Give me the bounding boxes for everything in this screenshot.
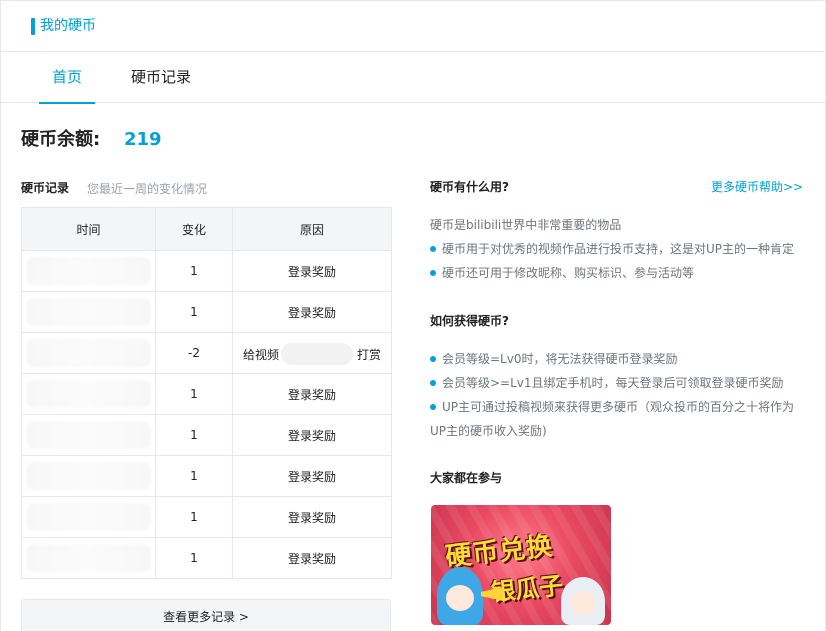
bullet-dot-icon <box>430 270 436 276</box>
tab-coin-records[interactable]: 硬币记录 <box>122 52 200 103</box>
obtain-heading: 如何获得硬币? <box>430 314 509 328</box>
events-heading: 大家都在参与 <box>430 471 503 485</box>
obtain-bullet: UP主可通过投稿视频来获得更多硬币（观众投币的百分之十将作为UP主的硬币收入奖励… <box>430 395 810 443</box>
time-cell <box>21 496 156 538</box>
tab-bar: 首页 硬币记录 <box>0 52 826 104</box>
change-cell: 1 <box>155 455 233 497</box>
mascot-33-icon <box>561 577 605 625</box>
reason-cell: 给视频 打赏 <box>232 332 392 374</box>
redacted-time <box>26 380 151 408</box>
reason-cell: 登录奖励 <box>232 250 392 292</box>
table-row: 1 登录奖励 <box>21 455 392 497</box>
change-cell: 1 <box>155 414 233 456</box>
usage-heading: 硬币有什么用? <box>430 180 509 194</box>
reason-suffix: 打赏 <box>356 348 381 362</box>
mascot-22-icon <box>437 567 483 625</box>
balance-value: 219 <box>124 129 162 150</box>
time-cell <box>21 373 156 415</box>
redacted-time <box>26 544 151 572</box>
usage-bullet: 硬币还可用于修改昵称、购买标识、参与活动等 <box>430 261 810 285</box>
bullet-dot-icon <box>430 356 436 362</box>
time-cell <box>21 250 156 292</box>
reason-cell: 登录奖励 <box>232 496 392 538</box>
table-row: 1 登录奖励 <box>21 373 392 415</box>
redacted-time <box>26 339 151 367</box>
table-row: 1 登录奖励 <box>21 250 392 292</box>
mascot-face <box>570 591 596 615</box>
change-cell: 1 <box>155 250 233 292</box>
usage-bullet-text: 硬币用于对优秀的视频作品进行投币支持，这是对UP主的一种肯定 <box>442 242 795 256</box>
balance-label: 硬币余额: <box>21 129 101 150</box>
page-title: 我的硬币 <box>40 18 96 34</box>
time-cell <box>21 332 156 374</box>
table-row: 1 登录奖励 <box>21 291 392 333</box>
obtain-bullet: 会员等级=Lv0时，将无法获得硬币登录奖励 <box>430 347 810 371</box>
time-cell <box>21 414 156 456</box>
view-more-records-button[interactable]: 查看更多记录 > <box>21 599 391 631</box>
page-header: 我的硬币 <box>0 0 826 52</box>
title-accent-bar <box>31 18 35 35</box>
column-header-reason: 原因 <box>232 207 392 251</box>
change-cell: 1 <box>155 291 233 333</box>
reason-cell: 登录奖励 <box>232 455 392 497</box>
redacted-time <box>26 462 151 490</box>
column-header-change: 变化 <box>155 207 233 251</box>
records-table: 时间 变化 原因 1 登录奖励 1 登录奖励 -2 给视频 打赏 1 登录奖励 … <box>21 207 392 579</box>
table-row: 1 登录奖励 <box>21 496 392 538</box>
tab-home[interactable]: 首页 <box>39 52 95 104</box>
redacted-time <box>26 298 151 326</box>
banner-title-line2: 银瓜子 <box>489 571 565 607</box>
obtain-bullet-text: 会员等级>=Lv1且绑定手机时，每天登录后可领取登录硬币奖励 <box>442 376 784 390</box>
reason-prefix: 给视频 <box>243 348 280 362</box>
usage-bullet: 硬币用于对优秀的视频作品进行投币支持，这是对UP主的一种肯定 <box>430 237 810 261</box>
time-cell <box>21 537 156 579</box>
table-row: 1 登录奖励 <box>21 537 392 579</box>
table-header-row: 时间 变化 原因 <box>21 207 392 251</box>
table-row: -2 给视频 打赏 <box>21 332 392 374</box>
bullet-dot-icon <box>430 380 436 386</box>
redacted-time <box>26 503 151 531</box>
obtain-bullet-text: 会员等级=Lv0时，将无法获得硬币登录奖励 <box>442 352 678 366</box>
reason-cell: 登录奖励 <box>232 537 392 579</box>
redacted-time <box>26 421 151 449</box>
usage-bullet-text: 硬币还可用于修改昵称、购买标识、参与活动等 <box>442 266 695 280</box>
bullet-dot-icon <box>430 246 436 252</box>
records-subtitle: 您最近一周的变化情况 <box>87 182 208 196</box>
records-title: 硬币记录 <box>21 181 70 195</box>
redacted-time <box>26 257 151 285</box>
more-help-link[interactable]: 更多硬币帮助>> <box>711 178 803 195</box>
time-cell <box>21 455 156 497</box>
change-cell: 1 <box>155 373 233 415</box>
obtain-bullet: 会员等级>=Lv1且绑定手机时，每天登录后可领取登录硬币奖励 <box>430 371 810 395</box>
change-cell: 1 <box>155 537 233 579</box>
change-cell: -2 <box>155 332 233 374</box>
obtain-bullet-text: UP主可通过投稿视频来获得更多硬币（观众投币的百分之十将作为UP主的硬币收入奖励… <box>430 400 795 438</box>
reason-cell: 登录奖励 <box>232 414 392 456</box>
redacted-video-title <box>281 343 353 365</box>
bullet-dot-icon <box>430 404 436 410</box>
reason-cell: 登录奖励 <box>232 373 392 415</box>
change-cell: 1 <box>155 496 233 538</box>
coin-exchange-banner[interactable]: 硬币兑换 银瓜子 <box>431 505 611 625</box>
usage-intro: 硬币是bilibili世界中非常重要的物品 <box>430 218 622 232</box>
table-row: 1 登录奖励 <box>21 414 392 456</box>
mascot-face <box>446 585 474 611</box>
column-header-time: 时间 <box>21 207 156 251</box>
time-cell <box>21 291 156 333</box>
reason-cell: 登录奖励 <box>232 291 392 333</box>
